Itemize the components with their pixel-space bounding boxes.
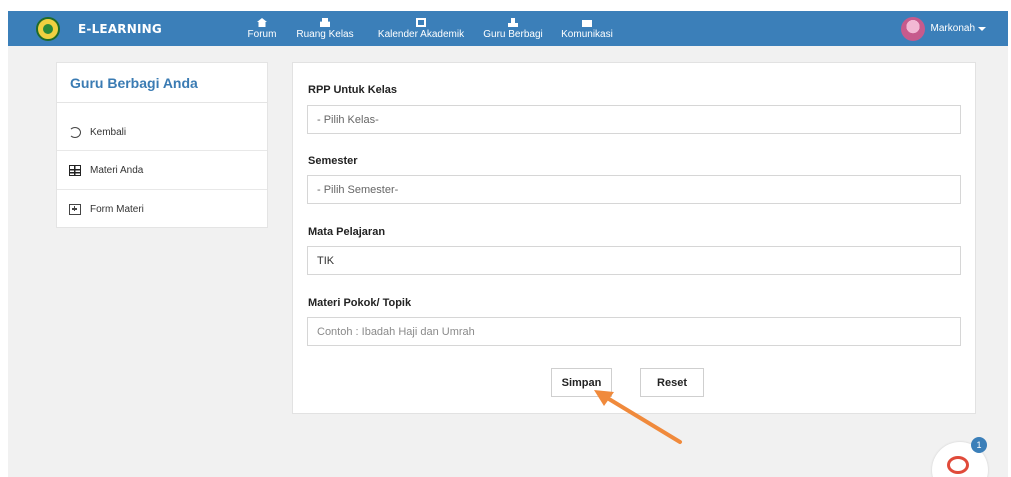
chat-icon xyxy=(947,456,969,474)
kelas-label: RPP Untuk Kelas xyxy=(308,84,398,96)
nav-item-komunikasi[interactable]: Komunikasi xyxy=(557,11,617,46)
annotation-arrow-icon xyxy=(594,390,682,444)
sidebar-item-label: Kembali xyxy=(90,127,127,138)
page: E-LEARNING Forum Ruang Kelas Kalender Ak… xyxy=(0,0,1011,477)
topik-label: Materi Pokok/ Topik xyxy=(308,297,412,309)
nav-item-guru-berbagi[interactable]: Guru Berbagi xyxy=(481,11,545,46)
nav-item-ruang-kelas[interactable]: Ruang Kelas xyxy=(294,11,356,46)
caret-down-icon xyxy=(978,26,986,31)
table-icon xyxy=(69,164,81,176)
form-panel: RPP Untuk Kelas - Pilih Kelas- Semester … xyxy=(292,62,976,414)
semester-label: Semester xyxy=(308,155,358,167)
brand-title: E-LEARNING xyxy=(78,21,162,36)
nav-label: Ruang Kelas xyxy=(296,29,354,40)
mail-icon xyxy=(582,20,592,27)
chat-badge: 1 xyxy=(971,437,987,453)
brand[interactable]: E-LEARNING xyxy=(36,11,162,46)
plus-square-icon xyxy=(69,203,81,215)
room-icon xyxy=(320,18,330,27)
teacher-icon xyxy=(508,18,518,27)
avatar xyxy=(900,16,925,41)
user-name: Markonah xyxy=(930,23,975,34)
nav-label: Kalender Akademik xyxy=(377,29,465,40)
semester-select[interactable]: - Pilih Semester- xyxy=(307,175,961,204)
mapel-input[interactable]: TIK xyxy=(307,246,961,275)
nav-label: Komunikasi xyxy=(561,29,613,40)
sidebar-item-kembali[interactable]: Kembali xyxy=(57,103,267,151)
top-navbar: E-LEARNING Forum Ruang Kelas Kalender Ak… xyxy=(8,11,1008,46)
nav-label: Forum xyxy=(247,29,277,40)
nav-item-kalender-akademik[interactable]: Kalender Akademik xyxy=(374,11,468,46)
home-icon xyxy=(257,18,267,27)
nav-label: Guru Berbagi xyxy=(483,29,543,40)
sidebar-item-materi-anda[interactable]: Materi Anda xyxy=(57,151,267,190)
sidebar-item-label: Materi Anda xyxy=(90,164,144,176)
nav-item-forum[interactable]: Forum xyxy=(242,11,282,46)
sidebar: Guru Berbagi Anda Kembali Materi Anda Fo… xyxy=(56,62,268,228)
sidebar-item-form-materi[interactable]: Form Materi xyxy=(57,190,267,228)
logo-icon xyxy=(36,16,60,41)
topik-input[interactable]: Contoh : Ibadah Haji dan Umrah xyxy=(307,317,961,346)
calendar-icon xyxy=(416,18,426,27)
user-menu[interactable]: Markonah xyxy=(900,11,986,46)
history-icon xyxy=(69,127,81,138)
sidebar-title: Guru Berbagi Anda xyxy=(57,63,267,103)
mapel-label: Mata Pelajaran xyxy=(308,226,386,238)
sidebar-item-label: Form Materi xyxy=(90,203,144,215)
kelas-select[interactable]: - Pilih Kelas- xyxy=(307,105,961,134)
